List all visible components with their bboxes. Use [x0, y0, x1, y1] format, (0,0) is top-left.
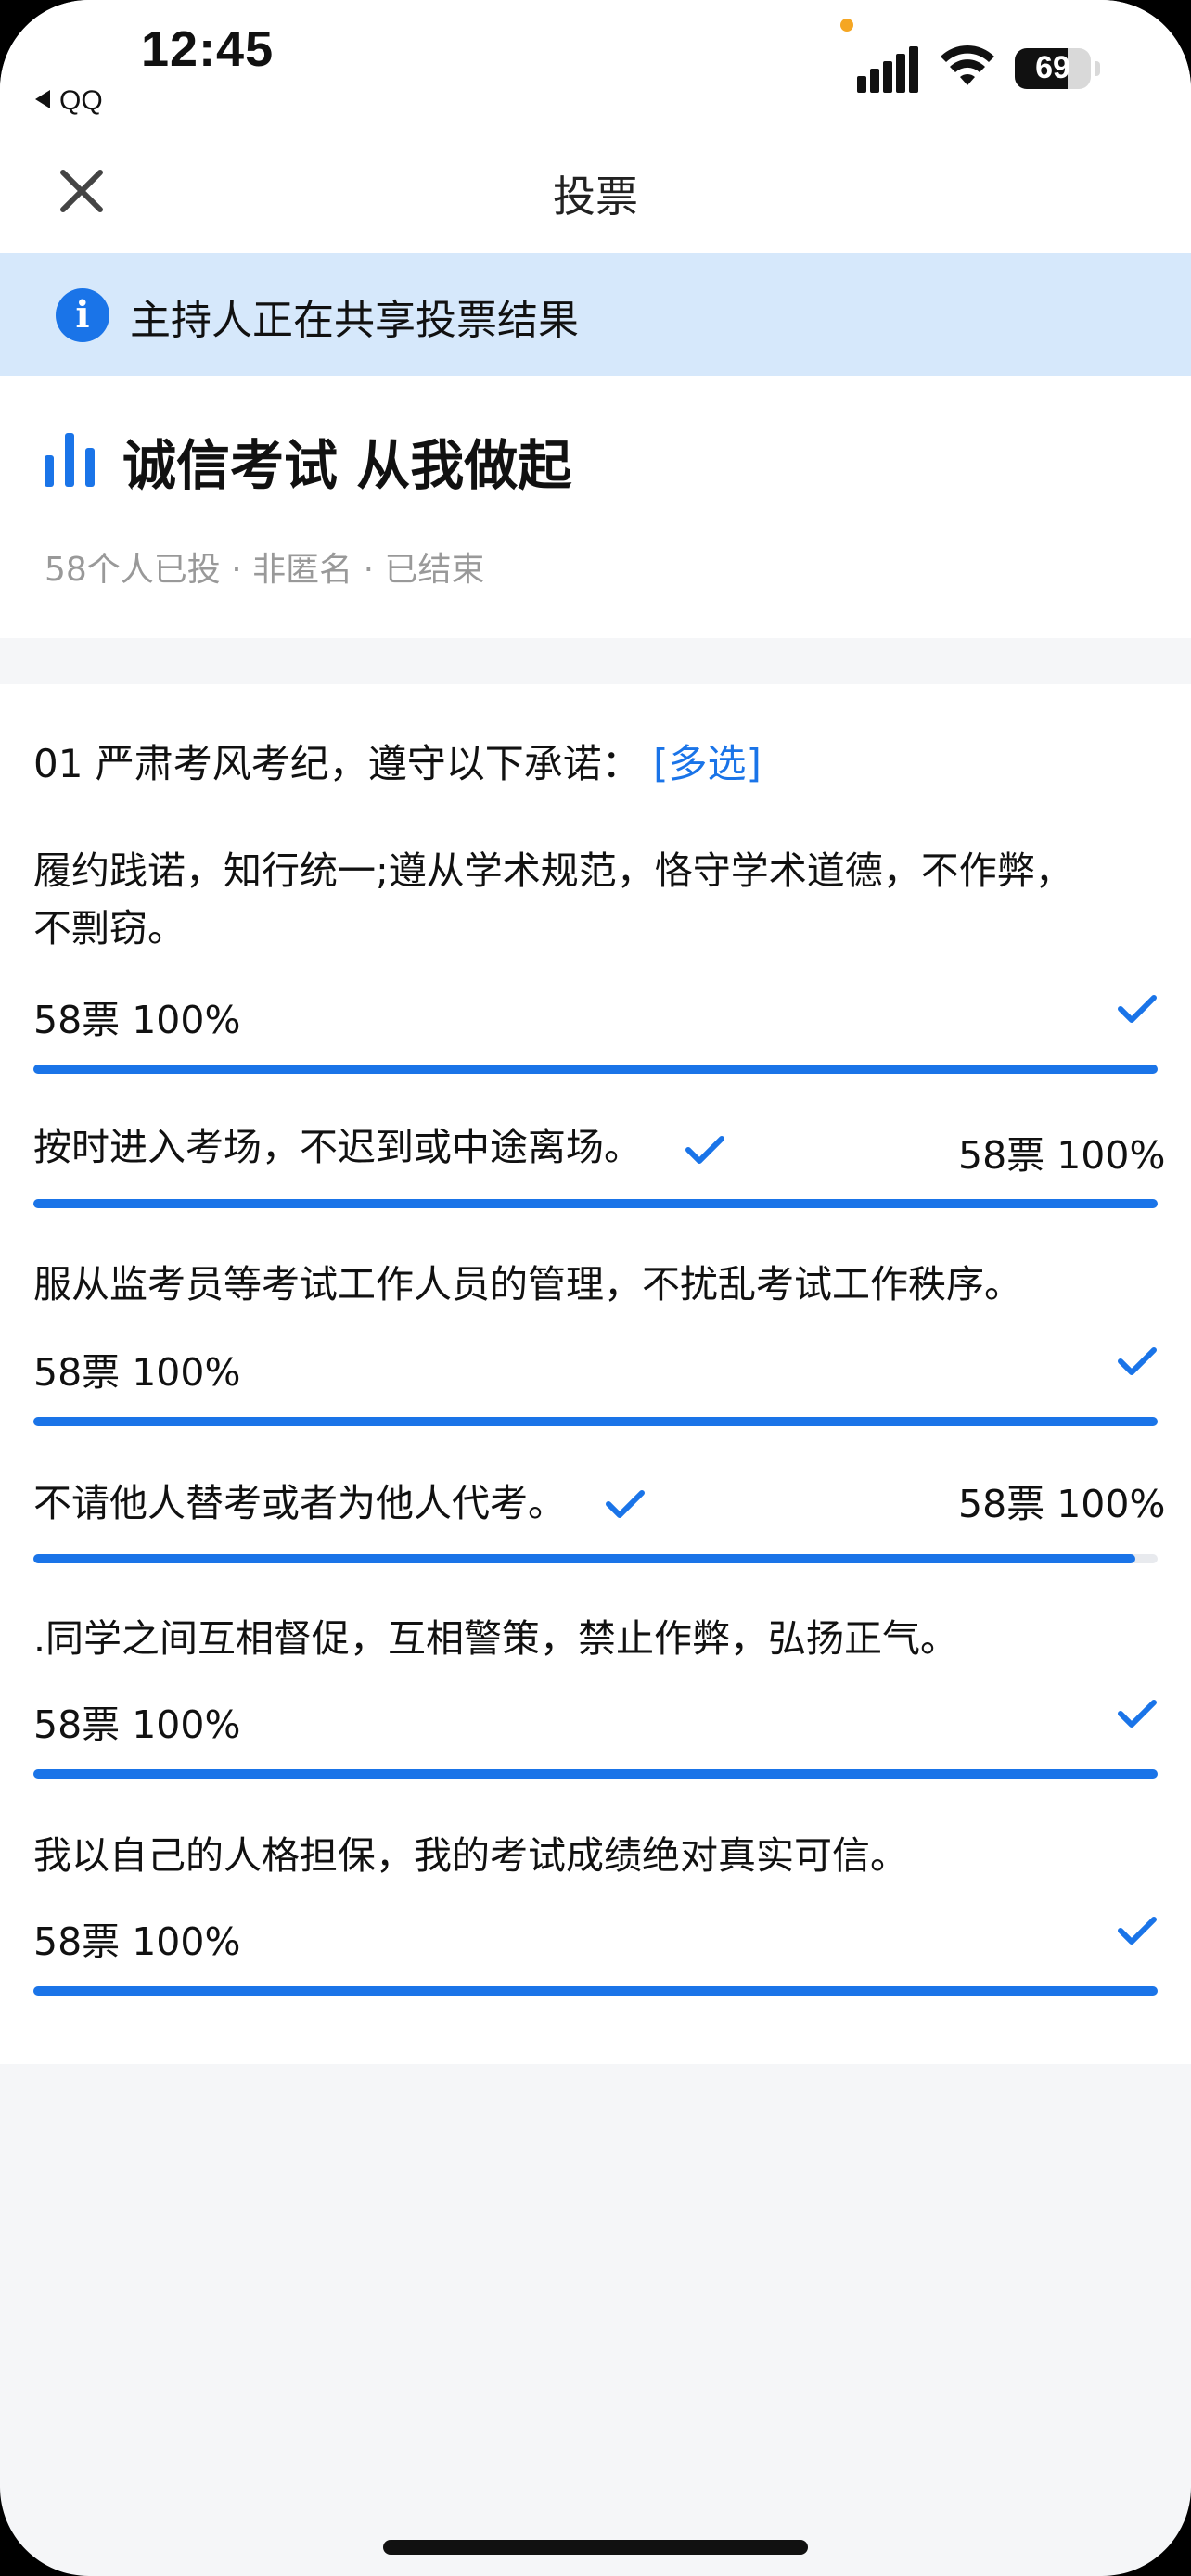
- privacy-indicator-dot: [840, 19, 853, 32]
- poll-meta: 58个人已投 · 非匿名 · 已结束: [45, 551, 485, 589]
- option-text: 按时进入考场，不迟到或中途离场。: [33, 1125, 642, 1169]
- option-progress-fill: [33, 1417, 1158, 1426]
- option-text: 不请他人替考或者为他人代考。: [33, 1481, 566, 1525]
- poll-results-card: 01 严肃考风考纪，遵守以下承诺： [多选] 履约践诺，知行统一;遵从学术规范，…: [0, 684, 1191, 2064]
- poll-chart-icon: [45, 433, 96, 487]
- check-icon: [1118, 1347, 1157, 1375]
- option-votes: 58票 100%: [33, 998, 241, 1042]
- battery-icon: 69: [1015, 48, 1091, 89]
- option-progress-bar: [33, 1065, 1158, 1074]
- option-votes: 58票 100%: [33, 1919, 241, 1964]
- option-progress-bar: [33, 1417, 1158, 1426]
- option-progress-fill: [33, 1986, 1158, 1996]
- back-app-label: QQ: [59, 85, 103, 116]
- status-time: 12:45: [141, 21, 275, 77]
- option-text: .同学之间互相督促，互相警策，禁止作弊，弘扬正气。: [33, 1616, 959, 1661]
- option-progress-bar: [33, 1769, 1158, 1779]
- option-progress-bar: [33, 1199, 1158, 1208]
- question-title: 01 严肃考风考纪，遵守以下承诺： [多选]: [33, 733, 762, 789]
- option-votes: 58票 100%: [958, 1482, 1166, 1526]
- home-indicator[interactable]: [383, 2540, 808, 2555]
- option-progress-fill: [33, 1199, 1158, 1208]
- check-icon: [1118, 1917, 1157, 1945]
- check-icon: [606, 1490, 645, 1518]
- option-text: 履约践诺，知行统一;遵从学术规范，恪守学术道德，不作弊，不剽窃。: [33, 848, 1073, 950]
- option-progress-fill: [33, 1554, 1135, 1563]
- option-progress-bar: [33, 1986, 1158, 1996]
- check-icon: [1118, 995, 1157, 1023]
- option-progress-fill: [33, 1769, 1158, 1779]
- phone-screen: 12:45 QQ 69 投票 i 主持人正在共享投票结果 诚信考试 从我做起 5…: [0, 0, 1191, 2576]
- check-icon: [1118, 1700, 1157, 1728]
- poll-header: 诚信考试 从我做起 58个人已投 · 非匿名 · 已结束: [0, 376, 1191, 638]
- battery-tip: [1095, 61, 1100, 76]
- question-text: 01 严肃考风考纪，遵守以下承诺：: [33, 741, 641, 786]
- info-icon: i: [56, 288, 109, 342]
- option-votes: 58票 100%: [958, 1133, 1166, 1178]
- option-progress-fill: [33, 1065, 1158, 1074]
- check-icon: [685, 1136, 724, 1164]
- back-triangle-icon: [35, 90, 50, 108]
- sharing-banner: i 主持人正在共享投票结果: [0, 253, 1191, 376]
- option-text: 我以自己的人格担保，我的考试成绩绝对真实可信。: [33, 1833, 908, 1878]
- poll-title: 诚信考试 从我做起: [122, 434, 572, 497]
- battery-level: 69: [1035, 50, 1070, 85]
- page-title: 投票: [553, 172, 638, 222]
- option-text: 服从监考员等考试工作人员的管理，不扰乱考试工作秩序。: [33, 1262, 1022, 1307]
- cellular-signal-icon: [857, 43, 920, 93]
- option-votes: 58票 100%: [33, 1702, 241, 1747]
- option-progress-bar: [33, 1554, 1158, 1563]
- wifi-icon: [941, 45, 994, 85]
- banner-text: 主持人正在共享投票结果: [130, 297, 579, 344]
- option-votes: 58票 100%: [33, 1350, 241, 1395]
- multi-select-tag: [多选]: [653, 741, 762, 786]
- back-to-app-link[interactable]: QQ: [35, 85, 103, 117]
